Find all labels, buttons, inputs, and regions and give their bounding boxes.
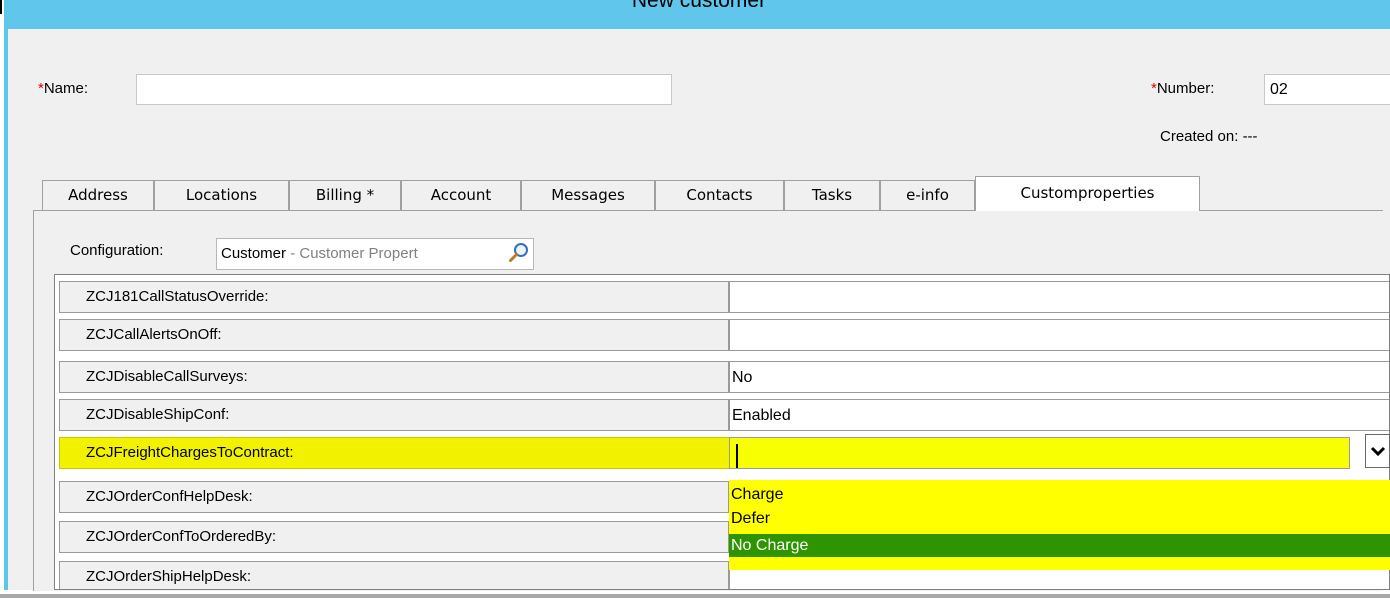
property-name: ZCJDisableShipConf: [59, 399, 729, 431]
number-label: Number: [1156, 80, 1215, 97]
property-value[interactable] [729, 281, 1389, 313]
name-label: Name: [43, 80, 89, 97]
configuration-description: - Customer Propert [286, 245, 418, 262]
property-value[interactable]: No [729, 361, 1389, 393]
tab-customproperties[interactable]: Customproperties [975, 176, 1200, 211]
window-corner-mark [0, 0, 2, 14]
tab-contacts[interactable]: Contacts [655, 180, 784, 210]
property-row: ZCJDisableShipConf: Enabled [55, 397, 1389, 433]
number-input[interactable]: 02 [1264, 74, 1390, 105]
property-value[interactable]: Enabled [729, 399, 1389, 431]
tab-messages[interactable]: Messages [521, 180, 655, 210]
created-on-value: --- [1242, 128, 1258, 145]
property-name: ZCJDisableCallSurveys: [59, 361, 729, 393]
tab-account[interactable]: Account [401, 180, 521, 210]
dropdown-button[interactable] [1365, 434, 1390, 468]
created-on-label: Created on: [1160, 128, 1239, 145]
number-label-group: *Number: [1151, 80, 1214, 97]
property-row: ZCJCallAlertsOnOff: [55, 317, 1389, 353]
dropdown-option-defer[interactable]: Defer [729, 509, 1390, 529]
property-name: ZCJOrderShipHelpDesk: [59, 561, 729, 589]
property-name: ZCJFreightChargesToContract: [59, 437, 734, 469]
magnifier-icon[interactable] [508, 242, 530, 264]
window-left-edge [0, 0, 8, 590]
number-input-value: 02 [1270, 81, 1288, 98]
dropdown-option-charge[interactable]: Charge [729, 483, 1390, 506]
tab-tasks[interactable]: Tasks [784, 180, 880, 210]
configuration-value: Customer [221, 245, 287, 262]
tab-address[interactable]: Address [42, 180, 154, 210]
title-bar[interactable]: New customer [8, 0, 1390, 29]
property-name: ZCJOrderConfToOrderedBy: [59, 521, 729, 553]
tab-e-info[interactable]: e-info [880, 180, 975, 210]
configuration-label: Configuration: [70, 242, 164, 259]
created-on-group: Created on: --- [1160, 128, 1258, 145]
property-name: ZCJOrderConfHelpDesk: [59, 481, 729, 513]
name-input[interactable] [136, 74, 672, 105]
bottom-separator [0, 594, 1390, 598]
property-row-selected: ZCJFreightChargesToContract: [55, 435, 1389, 471]
configuration-field[interactable]: Customer - Customer Propert [216, 238, 534, 270]
property-row: ZCJ181CallStatusOverride: [55, 279, 1389, 315]
property-name: ZCJCallAlertsOnOff: [59, 319, 729, 351]
property-name: ZCJ181CallStatusOverride: [59, 281, 729, 313]
chevron-down-icon [1370, 446, 1386, 457]
tab-locations[interactable]: Locations [154, 180, 289, 210]
name-label-group: *Name: [38, 80, 88, 97]
freight-charges-combobox[interactable] [729, 437, 1350, 469]
dropdown-option-no-charge[interactable]: No Charge [729, 534, 1390, 557]
dropdown-list: Charge Defer No Charge [729, 480, 1390, 570]
tab-billing[interactable]: Billing * [289, 180, 401, 210]
text-caret [736, 444, 738, 468]
property-value[interactable] [729, 319, 1389, 351]
property-row: ZCJDisableCallSurveys: No [55, 359, 1389, 395]
window-title: New customer [631, 0, 767, 12]
